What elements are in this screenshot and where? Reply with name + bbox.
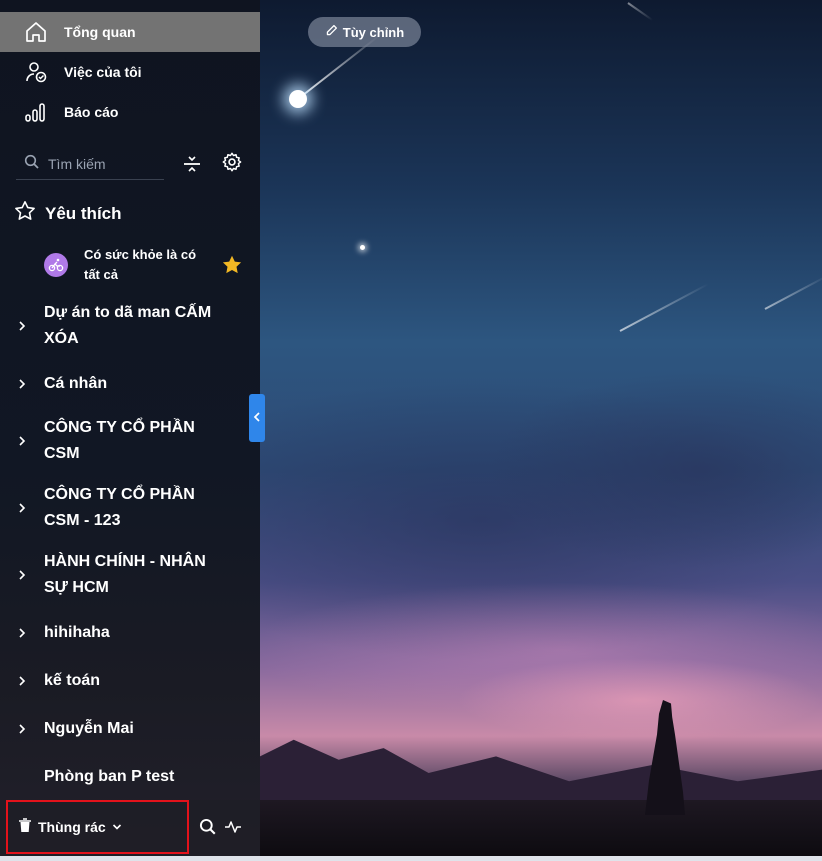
search-placeholder: Tìm kiếm bbox=[48, 155, 106, 172]
group-label: kế toán bbox=[44, 672, 101, 689]
group-label: Cá nhân bbox=[44, 375, 108, 392]
home-icon bbox=[24, 20, 48, 44]
group-label: CÔNG TY CỔ PHẦN CSM - 123 bbox=[44, 486, 195, 529]
pencil-icon bbox=[325, 24, 338, 40]
search-icon[interactable] bbox=[196, 815, 220, 839]
chevron-right-icon bbox=[0, 570, 44, 580]
customize-button[interactable]: Tùy chỉnh bbox=[308, 17, 421, 47]
chevron-right-icon bbox=[0, 503, 44, 513]
nav-item-label: Báo cáo bbox=[64, 104, 119, 120]
group-label: hihihaha bbox=[44, 624, 110, 641]
sidebar-group[interactable]: Dự án to dã man CẤM XÓA bbox=[0, 300, 260, 352]
sidebar-group[interactable]: Cá nhân bbox=[0, 370, 260, 398]
user-check-icon bbox=[24, 60, 48, 84]
chevron-right-icon bbox=[0, 321, 44, 331]
star-outline-icon bbox=[13, 199, 37, 228]
sidebar-group[interactable]: Phòng ban P test bbox=[0, 763, 260, 791]
sidebar: Tổng quan Việc của tôi Báo cáo Tìm kiếm … bbox=[0, 0, 260, 856]
favorite-item-label: Có sức khỏe là có tất cả bbox=[84, 247, 197, 282]
trash-icon bbox=[18, 818, 32, 836]
ground-silhouette bbox=[260, 800, 822, 856]
nav-item-my-tasks[interactable]: Việc của tôi bbox=[0, 52, 260, 92]
group-label: Nguyễn Mai bbox=[44, 720, 134, 737]
chevron-right-icon bbox=[0, 628, 44, 638]
bottom-strip bbox=[0, 856, 822, 861]
search-input[interactable]: Tìm kiếm bbox=[16, 148, 164, 180]
chevron-right-icon bbox=[0, 379, 44, 389]
collapse-all-icon[interactable] bbox=[180, 152, 204, 176]
chevron-right-icon bbox=[0, 724, 44, 734]
trash-button[interactable]: Thùng rác bbox=[6, 800, 189, 854]
sidebar-group[interactable]: hihihaha bbox=[0, 619, 260, 647]
meteor-head bbox=[289, 90, 307, 108]
gear-icon[interactable] bbox=[220, 150, 244, 174]
nav-item-label: Tổng quan bbox=[64, 24, 136, 40]
sidebar-group[interactable]: kế toán bbox=[0, 667, 260, 695]
chevron-right-icon bbox=[0, 676, 44, 686]
sidebar-group[interactable]: CÔNG TY CỔ PHẦN CSM - 123 bbox=[0, 482, 260, 534]
bar-chart-icon bbox=[24, 100, 48, 124]
activity-icon[interactable] bbox=[221, 815, 245, 839]
chevron-left-icon bbox=[253, 409, 261, 427]
nav-item-overview[interactable]: Tổng quan bbox=[0, 12, 260, 52]
group-label: Phòng ban P test bbox=[44, 768, 175, 785]
sidebar-group[interactable]: Nguyễn Mai bbox=[0, 715, 260, 743]
nav-item-label: Việc của tôi bbox=[64, 64, 142, 80]
sidebar-group[interactable]: CÔNG TY CỔ PHẦN CSM bbox=[0, 415, 260, 467]
group-label: CÔNG TY CỔ PHẦN CSM bbox=[44, 419, 195, 462]
favorites-title: Yêu thích bbox=[45, 203, 122, 223]
chevron-down-icon bbox=[112, 819, 122, 835]
chevron-right-icon bbox=[0, 436, 44, 446]
trash-label: Thùng rác bbox=[38, 819, 106, 835]
star bbox=[360, 245, 365, 250]
search-icon bbox=[24, 154, 40, 173]
star-filled-icon[interactable] bbox=[220, 253, 244, 282]
cycling-icon bbox=[44, 253, 68, 277]
customize-label: Tùy chỉnh bbox=[342, 24, 405, 40]
group-label: Dự án to dã man CẤM XÓA bbox=[44, 304, 212, 347]
favorites-header[interactable]: Yêu thích bbox=[13, 199, 122, 228]
favorite-item[interactable]: Có sức khỏe là có tất cả bbox=[44, 243, 248, 287]
sidebar-group[interactable]: HÀNH CHÍNH - NHÂN SỰ HCM bbox=[0, 549, 260, 601]
group-label: HÀNH CHÍNH - NHÂN SỰ HCM bbox=[44, 553, 206, 596]
sidebar-collapse-handle[interactable] bbox=[249, 394, 265, 442]
nav-item-reports[interactable]: Báo cáo bbox=[0, 92, 260, 132]
